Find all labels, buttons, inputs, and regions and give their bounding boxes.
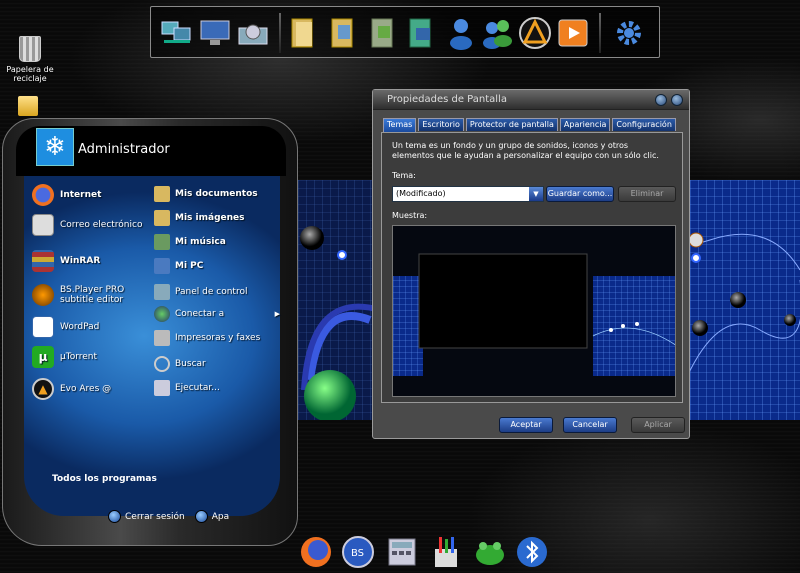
mail-icon: [32, 214, 54, 236]
svg-text:BS: BS: [351, 548, 364, 559]
recycle-bin[interactable]: Papelera de reciclaje: [2, 36, 58, 83]
logoff-icon: [108, 510, 121, 523]
start-item-documents[interactable]: Mis documentos: [154, 186, 258, 202]
start-item-music[interactable]: Mi música: [154, 234, 226, 250]
computer-icon: [154, 258, 170, 274]
theme-label: Tema:: [392, 171, 416, 180]
recycle-bin-label: Papelera de reciclaje: [6, 65, 54, 83]
shutdown-label: Apa: [211, 511, 230, 522]
start-item-bsplayer[interactable]: BS.Player PRO subtitle editor: [32, 284, 152, 306]
bluetooth-icon[interactable]: [514, 534, 550, 570]
close-button[interactable]: [671, 94, 683, 106]
start-item-connect[interactable]: Conectar a ▶: [154, 306, 280, 322]
submenu-arrow-icon: ▶: [274, 310, 280, 318]
start-item-ares[interactable]: ▲ Evo Ares @: [32, 378, 111, 400]
control-panel-icon[interactable]: [235, 15, 271, 51]
firefox-icon: [32, 184, 54, 206]
folder-icon[interactable]: [365, 15, 401, 51]
ares-icon[interactable]: [517, 15, 553, 51]
start-item-control-panel[interactable]: Panel de control: [154, 284, 247, 300]
shutdown-icon: [194, 510, 208, 523]
start-item-search[interactable]: Buscar: [154, 356, 206, 372]
accept-button[interactable]: Aceptar: [499, 417, 553, 433]
logoff-button[interactable]: Cerrar sesión Apa: [108, 510, 229, 523]
computer-icon[interactable]: [197, 15, 233, 51]
tab-apariencia[interactable]: Apariencia: [559, 118, 611, 131]
preview-label: Muestra:: [392, 211, 428, 220]
documents-icon: [154, 186, 170, 202]
display-properties-dialog: Propiedades de Pantalla Temas Escritorio…: [372, 89, 690, 439]
dialog-titlebar[interactable]: Propiedades de Pantalla: [373, 90, 689, 110]
bsplayer-icon[interactable]: BS: [340, 534, 376, 570]
apply-button[interactable]: Aplicar: [631, 417, 685, 433]
start-menu: ❄ Administrador Internet Correo electrón…: [2, 118, 298, 546]
video-folder-icon[interactable]: [403, 15, 439, 51]
top-dock: [150, 6, 660, 58]
user-name: Administrador: [78, 142, 170, 157]
tab-panel: Un tema es un fondo y un grupo de sonido…: [381, 132, 683, 403]
ares-icon: ▲: [32, 378, 54, 400]
documents-icon[interactable]: [325, 15, 361, 51]
control-panel-icon: [154, 284, 170, 300]
frog-icon[interactable]: [472, 534, 508, 570]
network-icon[interactable]: [159, 15, 195, 51]
theme-description: Un tema es un fondo y un grupo de sonido…: [392, 141, 659, 160]
dialog-tabs: Temas Escritorio Protector de pantalla A…: [383, 118, 678, 132]
media-player-icon[interactable]: [555, 15, 591, 51]
calculator-icon[interactable]: [384, 534, 420, 570]
search-icon: [154, 356, 170, 372]
start-item-run[interactable]: Ejecutar...: [154, 380, 220, 396]
start-item-pictures[interactable]: Mis imágenes: [154, 210, 244, 226]
folder-icon[interactable]: [18, 96, 38, 116]
tab-configuracion[interactable]: Configuración: [612, 118, 676, 131]
all-programs[interactable]: Todos los programas: [52, 474, 157, 484]
folder-icon[interactable]: [285, 15, 321, 51]
bsplayer-icon: [32, 284, 54, 306]
printer-icon: [154, 330, 170, 346]
winrar-icon: [32, 250, 54, 272]
chevron-down-icon[interactable]: ▼: [529, 187, 543, 201]
utorrent-icon: µ: [32, 346, 54, 368]
tab-escritorio[interactable]: Escritorio: [418, 118, 464, 131]
start-item-mail[interactable]: Correo electrónico: [32, 214, 142, 236]
users-icon[interactable]: [479, 15, 515, 51]
pictures-icon: [154, 210, 170, 226]
start-item-wordpad[interactable]: WordPad: [32, 316, 99, 338]
recycle-bin-icon: [19, 36, 41, 62]
delete-button[interactable]: Eliminar: [618, 186, 676, 202]
paint-icon[interactable]: [428, 534, 464, 570]
start-item-printers[interactable]: Impresoras y faxes: [154, 330, 260, 346]
tab-protector[interactable]: Protector de pantalla: [465, 118, 558, 131]
user-avatar[interactable]: ❄: [36, 128, 74, 166]
start-item-utorrent[interactable]: µ µTorrent: [32, 346, 97, 368]
cancel-button[interactable]: Cancelar: [563, 417, 617, 433]
music-icon: [154, 234, 170, 250]
start-item-my-pc[interactable]: Mi PC: [154, 258, 203, 274]
tab-temas[interactable]: Temas: [383, 118, 417, 132]
save-as-button[interactable]: Guardar como...: [546, 186, 614, 202]
run-icon: [154, 380, 170, 396]
start-item-internet[interactable]: Internet: [32, 184, 101, 206]
dialog-title: Propiedades de Pantalla: [387, 94, 507, 105]
theme-select[interactable]: (Modificado) ▼: [392, 186, 544, 202]
firefox-icon[interactable]: [298, 534, 334, 570]
start-item-winrar[interactable]: WinRAR: [32, 250, 100, 272]
wordpad-icon: [32, 316, 54, 338]
settings-gear-icon[interactable]: [611, 15, 647, 51]
help-button[interactable]: [655, 94, 667, 106]
theme-preview: [392, 225, 676, 397]
user-icon[interactable]: [443, 15, 479, 51]
globe-icon: [154, 306, 170, 322]
